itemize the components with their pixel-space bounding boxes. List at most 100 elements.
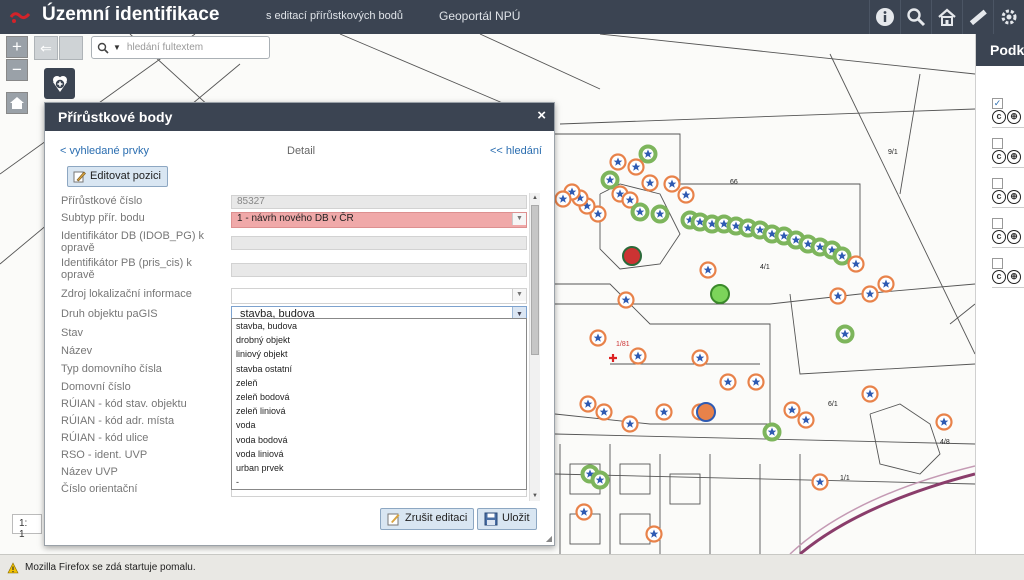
ruler-icon[interactable] (962, 0, 993, 34)
dropdown-option[interactable]: drobný objekt (232, 333, 526, 347)
globe-icon[interactable]: ⊕ (1007, 150, 1021, 164)
layer-checkbox[interactable] (992, 178, 1003, 189)
layer-checkbox[interactable] (992, 258, 1003, 269)
scroll-down-icon[interactable]: ▼ (530, 491, 540, 501)
form-scrollbar[interactable]: ▲ ▼ (529, 193, 540, 501)
npu-logo-icon (9, 12, 31, 23)
app-title: Územní identifikace (42, 4, 220, 25)
special-point-marker[interactable] (710, 284, 730, 304)
dropdown-option[interactable]: voda (232, 418, 526, 432)
field-label: Zdroj lokalizační informace (61, 288, 192, 300)
layer-checkbox[interactable] (992, 138, 1003, 149)
globe-icon[interactable]: ⊕ (1007, 230, 1021, 244)
dropdown-option[interactable]: zeleň bodová (232, 390, 526, 404)
layer-item[interactable]: c ⊕ (992, 258, 1024, 288)
map-label: 4/1 (760, 264, 770, 271)
field-label: Název UVP (61, 466, 118, 478)
special-point-marker[interactable] (622, 246, 642, 266)
resize-handle-icon[interactable]: ◢ (546, 534, 552, 543)
field-label: Stav (61, 327, 84, 339)
subtype-value: 1 - návrh nového DB v ČR (237, 213, 354, 224)
object-type-dropdown: stavba, budova drobný objekt liniový objek… (231, 318, 527, 490)
layer-item[interactable]: c ⊕ (992, 178, 1024, 208)
info-icon[interactable] (869, 0, 900, 34)
subtype-select[interactable]: 1 - návrh nového DB v ČR ▼ (231, 212, 527, 228)
dropdown-option[interactable]: voda liniová (232, 447, 526, 461)
globe-icon[interactable]: ⊕ (1007, 270, 1021, 284)
source-select[interactable]: ▼ (231, 288, 527, 304)
fulltext-search[interactable]: ▼ (91, 36, 270, 59)
search-icon[interactable] (900, 0, 931, 34)
dropdown-option[interactable]: zeleň liniová (232, 404, 526, 418)
search-link[interactable]: << hledání (490, 145, 542, 157)
globe-icon[interactable]: ⊕ (1007, 110, 1021, 124)
globe-icon[interactable]: ⊕ (1007, 190, 1021, 204)
edit-icon (73, 171, 86, 183)
increment-points-button[interactable] (44, 68, 75, 99)
pris-cis-field[interactable] (231, 263, 527, 277)
dropdown-option[interactable]: zeleň (232, 376, 526, 390)
detail-label: Detail (287, 145, 316, 157)
layer-checkbox[interactable]: ✓ (992, 98, 1003, 109)
field-label: Číslo orientační (61, 483, 138, 495)
add-point-icon (52, 75, 67, 92)
status-text: Mozilla Firefox se zdá startuje pomalu. (25, 562, 196, 573)
dropdown-option[interactable]: liniový objekt (232, 347, 526, 361)
warning-icon (7, 562, 19, 574)
field-label: Domovní číslo (61, 381, 131, 393)
cancel-edit-label: Zrušit editaci (405, 512, 468, 524)
increment-points-dialog: Přírůstkové body × < vyhledané prvky Det… (44, 102, 555, 546)
search-input[interactable] (126, 42, 257, 53)
chevron-down-icon[interactable]: ▼ (512, 213, 526, 225)
edit-position-button[interactable]: Editovat pozici (67, 166, 168, 187)
dropdown-option[interactable]: stavba, budova (232, 319, 526, 333)
layer-divider (992, 247, 1024, 248)
home-icon[interactable] (931, 0, 962, 34)
idob-field[interactable] (231, 236, 527, 250)
map-label: 9/1 (888, 149, 898, 156)
cancel-edit-icon (387, 513, 400, 526)
history-back-button[interactable]: ⇐ (34, 36, 58, 60)
back-to-results-link[interactable]: < vyhledané prvky (60, 145, 149, 157)
copyright-icon: c (992, 190, 1006, 204)
copyright-icon: c (992, 230, 1006, 244)
scroll-thumb[interactable] (531, 205, 539, 355)
scale-indicator: 1: 1 (12, 514, 42, 540)
dropdown-option[interactable]: voda bodová (232, 433, 526, 447)
history-forward-button[interactable] (59, 36, 83, 60)
copyright-icon: c (992, 150, 1006, 164)
layer-item[interactable]: ✓ c ⊕ (992, 98, 1024, 128)
chevron-down-icon[interactable]: ▼ (113, 43, 121, 52)
layer-divider (992, 167, 1024, 168)
layer-divider (992, 287, 1024, 288)
cancel-edit-button[interactable]: Zrušit editaci (380, 508, 475, 530)
close-icon[interactable]: × (537, 107, 546, 124)
dropdown-option[interactable]: urban prvek (232, 461, 526, 475)
field-label: Druh objektu paGIS (61, 308, 158, 320)
dropdown-option[interactable]: - (232, 475, 526, 489)
increment-number-field: 85327 (231, 195, 527, 209)
chevron-down-icon[interactable]: ▼ (512, 289, 526, 301)
settings-icon[interactable] (993, 0, 1024, 34)
field-label: RÚIAN - kód adr. místa (61, 415, 175, 427)
layer-checkbox[interactable] (992, 218, 1003, 229)
layer-item[interactable]: c ⊕ (992, 138, 1024, 168)
home-icon (10, 97, 24, 109)
app-header: Územní identifikace s editací přírůstkov… (0, 0, 1024, 34)
zoom-out-button[interactable]: − (6, 59, 28, 81)
save-label: Uložit (502, 512, 530, 524)
map-label: 1/81 (616, 341, 630, 348)
layer-item[interactable]: c ⊕ (992, 218, 1024, 248)
copyright-icon: c (992, 270, 1006, 284)
layer-divider (992, 207, 1024, 208)
portal-link[interactable]: Geoportál NPÚ (439, 9, 520, 23)
zoom-in-button[interactable]: + (6, 36, 28, 58)
field-label: RÚIAN - kód stav. objektu (61, 398, 187, 410)
dropdown-option[interactable]: stavba ostatní (232, 362, 526, 376)
field-label: Přírůstkové číslo (61, 195, 143, 207)
layers-panel-title: Podk (976, 34, 1024, 66)
scroll-up-icon[interactable]: ▲ (530, 193, 540, 203)
special-point-marker[interactable] (696, 402, 716, 422)
save-button[interactable]: Uložit (477, 508, 537, 530)
home-extent-button[interactable] (6, 92, 28, 114)
